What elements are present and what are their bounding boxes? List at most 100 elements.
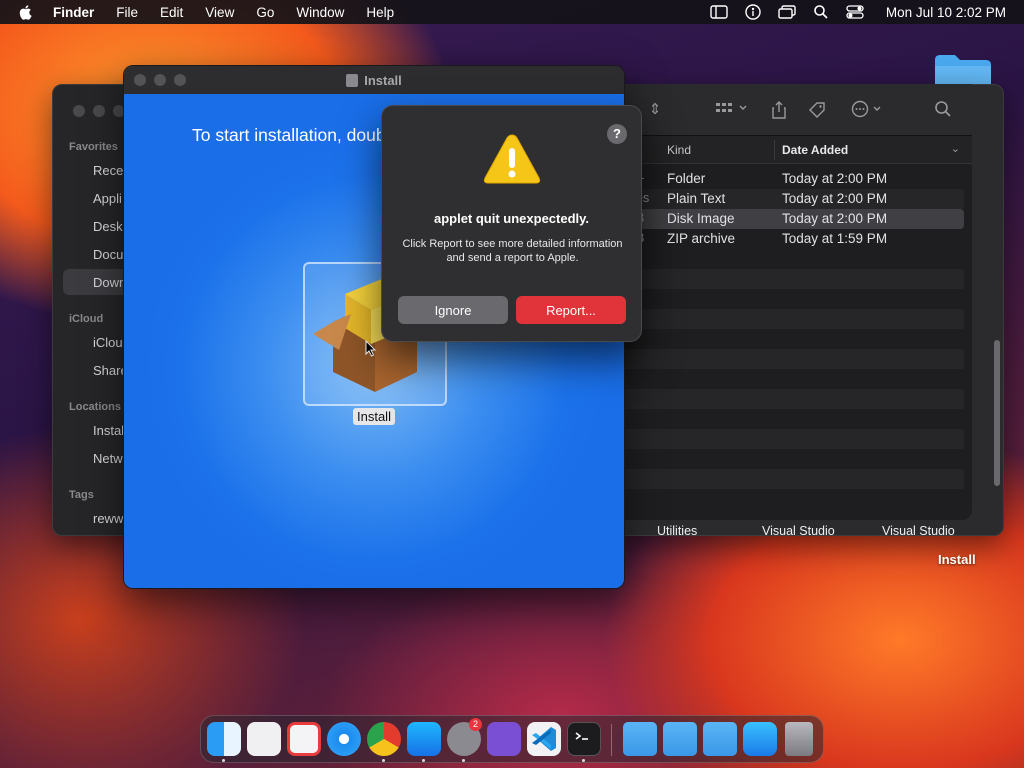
more-actions-icon[interactable]: [848, 100, 888, 120]
sidebar-item-icloud-drive[interactable]: iClou: [93, 335, 123, 350]
sidebar-item-desktop[interactable]: Desk: [93, 219, 123, 234]
chrome-icon[interactable]: [367, 722, 401, 756]
sidebar-heading-icloud: iCloud: [69, 313, 104, 325]
menu-bar: Finder File Edit View Go Window Help Mon…: [0, 0, 1024, 24]
apple-menu-icon[interactable]: [17, 3, 35, 21]
stage-manager-icon[interactable]: [710, 4, 728, 20]
sidebar-item-downloads[interactable]: Down: [93, 275, 126, 290]
list-row-stripe: [624, 429, 964, 449]
windows-app-icon[interactable]: [247, 722, 281, 756]
close-button[interactable]: [73, 105, 85, 117]
alert-title: applet quit unexpectedly.: [433, 211, 590, 226]
menu-app-name[interactable]: Finder: [53, 5, 94, 20]
menu-help[interactable]: Help: [366, 5, 394, 20]
folder-label-utilities[interactable]: Utilities: [657, 524, 697, 538]
vscode-icon[interactable]: [527, 722, 561, 756]
disk-image-icon: [346, 73, 359, 87]
dock: 2: [200, 715, 824, 763]
close-button[interactable]: [134, 74, 146, 86]
row-date: Today at 1:59 PM: [782, 231, 888, 246]
ignore-button[interactable]: Ignore: [398, 296, 508, 324]
column-divider: [774, 140, 775, 160]
search-icon[interactable]: [932, 100, 954, 120]
column-date-added[interactable]: Date Added: [782, 143, 848, 157]
row-date: Today at 2:00 PM: [782, 171, 888, 186]
list-row[interactable]: B ZIP archive Today at 1:59 PM: [624, 229, 964, 249]
running-indicator: [222, 759, 225, 762]
package-label[interactable]: Install: [353, 408, 395, 425]
minimize-button[interactable]: [93, 105, 105, 117]
install-instruction: To start installation, doub: [192, 125, 386, 145]
list-row-stripe: [624, 269, 964, 289]
running-indicator: [382, 759, 385, 762]
minimize-button[interactable]: [154, 74, 166, 86]
spotlight-search-icon[interactable]: [812, 4, 830, 20]
sidebar-item-applications[interactable]: Appli: [93, 191, 122, 206]
window-controls: [134, 74, 186, 86]
sidebar-item-install[interactable]: Instal: [93, 423, 124, 438]
mouse-cursor-icon: [365, 340, 377, 357]
visual-studio-icon[interactable]: [487, 722, 521, 756]
warning-icon: [483, 134, 541, 184]
notification-badge: 2: [469, 718, 482, 731]
help-button[interactable]: ?: [607, 124, 627, 144]
applications-folder-icon[interactable]: [703, 722, 737, 756]
window-controls: [73, 105, 125, 117]
sidebar-heading-favorites: Favorites: [69, 141, 118, 153]
running-indicator: [462, 759, 465, 762]
menu-view[interactable]: View: [205, 5, 234, 20]
dock-separator: [611, 724, 612, 756]
crash-alert-dialog: ? applet quit unexpectedly. Click Report…: [381, 105, 642, 342]
menu-clock[interactable]: Mon Jul 10 2:02 PM: [886, 5, 1006, 20]
folder-icon[interactable]: [663, 722, 697, 756]
running-indicator: [422, 759, 425, 762]
app-store-icon[interactable]: [407, 722, 441, 756]
group-view-icon[interactable]: [712, 100, 752, 120]
menu-go[interactable]: Go: [256, 5, 274, 20]
list-row-stripe: [624, 389, 964, 409]
list-row[interactable]: -- Folder Today at 2:00 PM: [624, 169, 964, 189]
list-row-stripe: [624, 309, 964, 329]
row-kind: Disk Image: [667, 211, 735, 226]
row-kind: Folder: [667, 171, 706, 186]
alert-message: Click Report to see more detailed inform…: [402, 238, 623, 264]
tag-icon[interactable]: [806, 100, 828, 120]
sort-arrows-icon[interactable]: ⇕: [644, 100, 666, 120]
install-window-title: Install: [364, 72, 402, 88]
menu-file[interactable]: File: [116, 5, 138, 20]
scrollbar[interactable]: [994, 340, 1000, 486]
sidebar-item-recents[interactable]: Rece: [93, 163, 123, 178]
sidebar-heading-tags: Tags: [69, 489, 94, 501]
list-row-selected[interactable]: B Disk Image Today at 2:00 PM: [624, 209, 964, 229]
folder-label-visual-studio-2[interactable]: Visual Studio: [882, 524, 955, 538]
terminal-icon[interactable]: [567, 722, 601, 756]
folder-icon[interactable]: [623, 722, 657, 756]
accessibility-icon[interactable]: [744, 4, 762, 20]
list-column-header: Kind Date Added ⌄: [624, 136, 972, 164]
menu-window[interactable]: Window: [296, 5, 344, 20]
row-kind: ZIP archive: [667, 231, 736, 246]
report-button[interactable]: Report...: [516, 296, 626, 324]
row-date: Today at 2:00 PM: [782, 191, 888, 206]
menu-edit[interactable]: Edit: [160, 5, 183, 20]
zoom-button[interactable]: [174, 74, 186, 86]
trash-icon[interactable]: [785, 722, 813, 756]
desktop-install-label[interactable]: Install: [938, 552, 976, 567]
share-icon[interactable]: [768, 100, 790, 120]
finder-toolbar: ⇕: [624, 84, 972, 136]
sidebar-heading-locations: Locations: [69, 401, 121, 413]
script-editor-icon[interactable]: [287, 722, 321, 756]
sidebar-item-network[interactable]: Netw: [93, 451, 123, 466]
list-row-stripe: [624, 469, 964, 489]
screen-mirroring-icon[interactable]: [778, 4, 796, 20]
list-row[interactable]: es Plain Text Today at 2:00 PM: [624, 189, 964, 209]
list-row-stripe: [624, 349, 964, 369]
finder-icon[interactable]: [207, 722, 241, 756]
chevron-down-icon[interactable]: ⌄: [951, 142, 960, 155]
folder-label-visual-studio[interactable]: Visual Studio: [762, 524, 835, 538]
column-kind[interactable]: Kind: [667, 143, 691, 157]
control-center-icon[interactable]: [846, 4, 864, 20]
downloads-icon[interactable]: [743, 722, 777, 756]
safari-icon[interactable]: [327, 722, 361, 756]
sidebar-item-documents[interactable]: Docu: [93, 247, 123, 262]
